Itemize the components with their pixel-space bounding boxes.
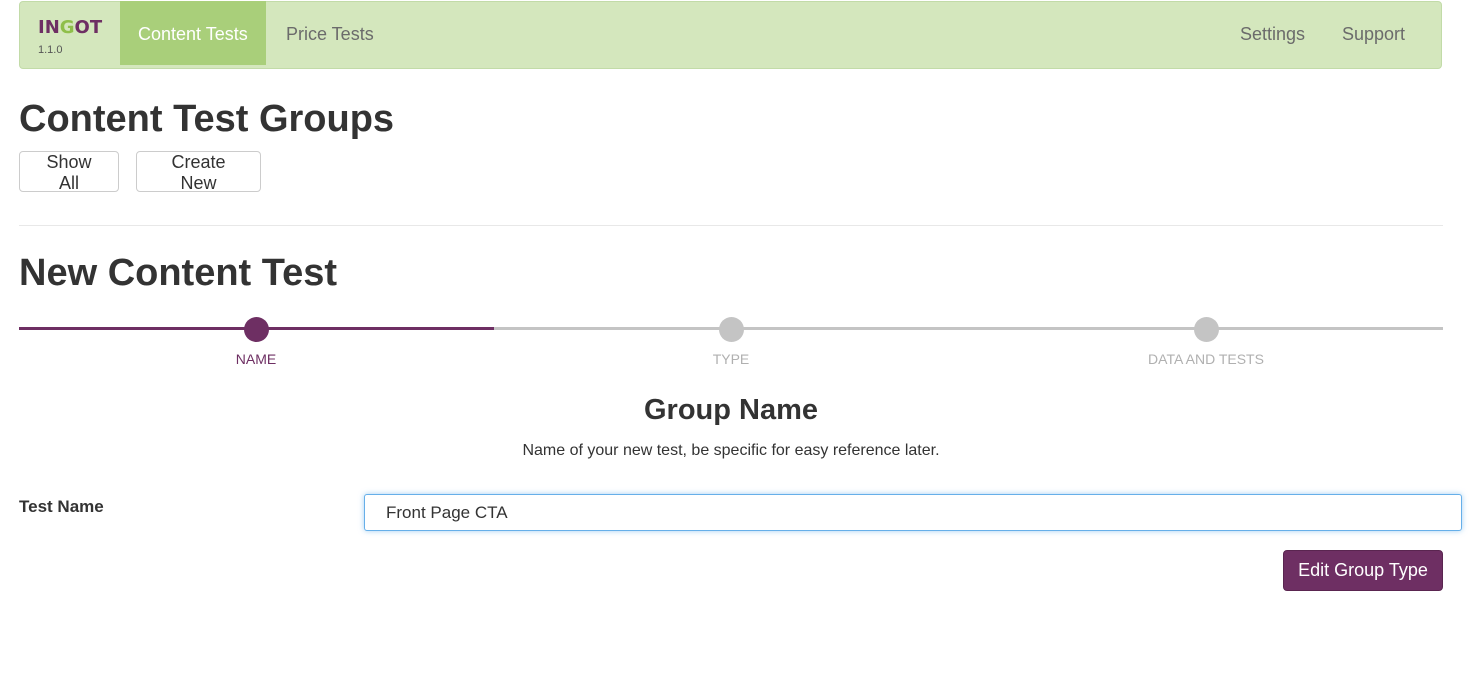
- step-name-dot[interactable]: [244, 317, 269, 342]
- nav-price-tests[interactable]: Price Tests: [268, 1, 392, 65]
- group-name-help-text: Name of your new test, be specific for e…: [522, 442, 940, 459]
- brand[interactable]: INGOT 1.1.0: [38, 18, 108, 58]
- section-divider: [19, 225, 1443, 226]
- show-all-button[interactable]: Show All: [19, 151, 119, 193]
- edit-group-type-button[interactable]: Edit Group Type: [1283, 550, 1443, 591]
- step-type-label: TYPE: [712, 351, 750, 367]
- nav-content-tests[interactable]: Content Tests: [120, 1, 266, 65]
- nav-support[interactable]: Support: [1324, 1, 1423, 65]
- wizard-title: New Content Test: [19, 252, 338, 294]
- create-new-button[interactable]: Create New: [136, 151, 261, 193]
- page-title: Content Test Groups: [19, 98, 395, 140]
- step-type-dot[interactable]: [719, 317, 744, 342]
- step-data-and-tests-label: DATA AND TESTS: [1148, 351, 1264, 367]
- step-data-and-tests-dot[interactable]: [1194, 317, 1219, 342]
- test-name-label: Test Name: [19, 497, 104, 516]
- nav-settings[interactable]: Settings: [1222, 1, 1323, 65]
- test-name-input[interactable]: [364, 494, 1462, 531]
- group-name-heading: Group Name: [643, 394, 819, 426]
- ingot-logo: INGOT: [38, 17, 103, 38]
- step-name-label: NAME: [235, 351, 277, 367]
- top-navbar: INGOT 1.1.0 Content Tests Price Tests Se…: [19, 1, 1442, 69]
- version-label: 1.1.0: [38, 44, 63, 56]
